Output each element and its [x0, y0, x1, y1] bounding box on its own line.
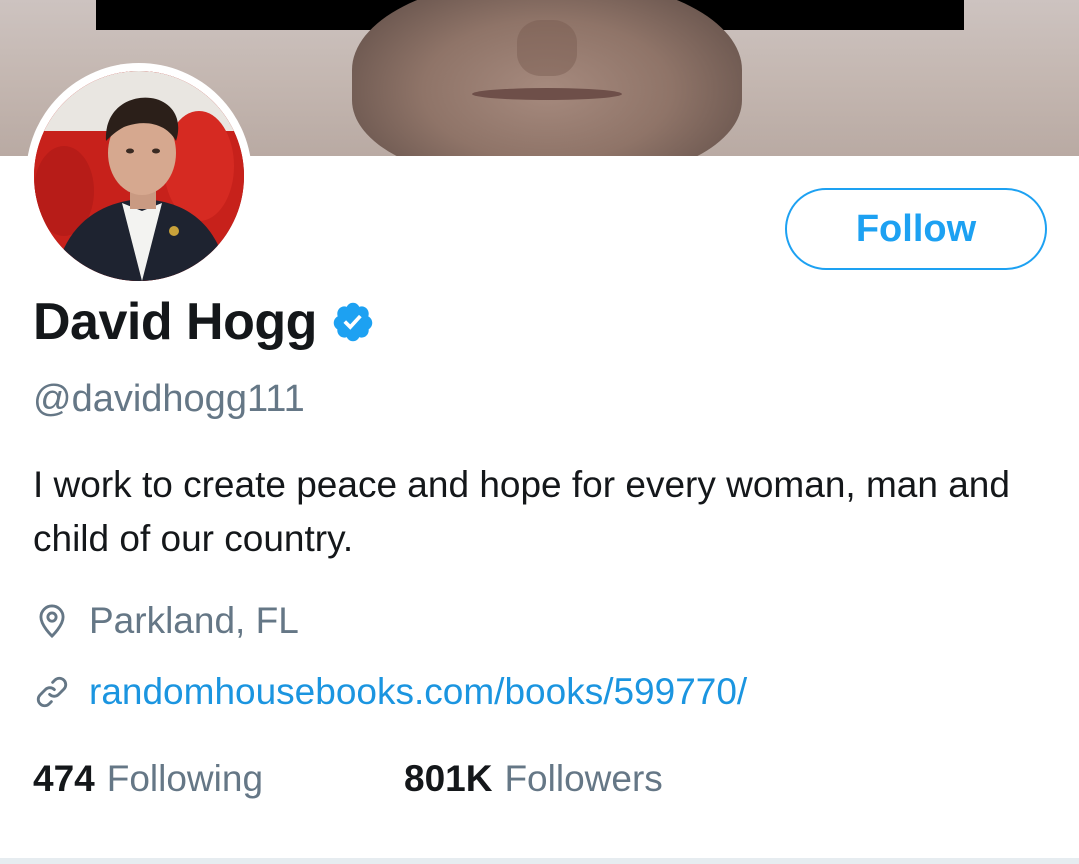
avatar-photo	[34, 71, 244, 281]
profile-name-row: David Hogg	[33, 292, 375, 352]
followers-count: 801K	[404, 758, 493, 799]
profile-location: Parkland, FL	[33, 600, 299, 642]
avatar-photo-illustration	[34, 71, 244, 281]
followers-label: Followers	[504, 758, 663, 799]
verified-badge-icon	[333, 302, 373, 342]
profile-handle: @davidhogg111	[33, 378, 305, 420]
following-label: Following	[106, 758, 264, 799]
banner-photo-subject	[352, 0, 742, 156]
display-name: David Hogg	[33, 293, 317, 351]
location-pin-icon	[39, 604, 65, 639]
location-text: Parkland, FL	[89, 600, 299, 641]
profile-avatar[interactable]	[26, 63, 252, 289]
banner-photo-detail	[472, 88, 622, 100]
followers-stat[interactable]: 801K Followers	[404, 758, 663, 800]
website-link[interactable]: randomhousebooks.com/books/599770/	[89, 671, 747, 713]
section-divider	[0, 858, 1079, 864]
following-stat[interactable]: 474 Following	[33, 758, 263, 800]
follow-button[interactable]: Follow	[785, 188, 1047, 270]
profile-bio: I work to create peace and hope for ever…	[33, 464, 1010, 559]
link-icon	[36, 676, 68, 708]
following-count: 474	[33, 758, 95, 799]
profile-website[interactable]: randomhousebooks.com/books/599770/	[33, 671, 747, 713]
profile-stats: 474 Following 801K Followers	[33, 758, 663, 800]
banner-photo-detail	[517, 20, 577, 76]
